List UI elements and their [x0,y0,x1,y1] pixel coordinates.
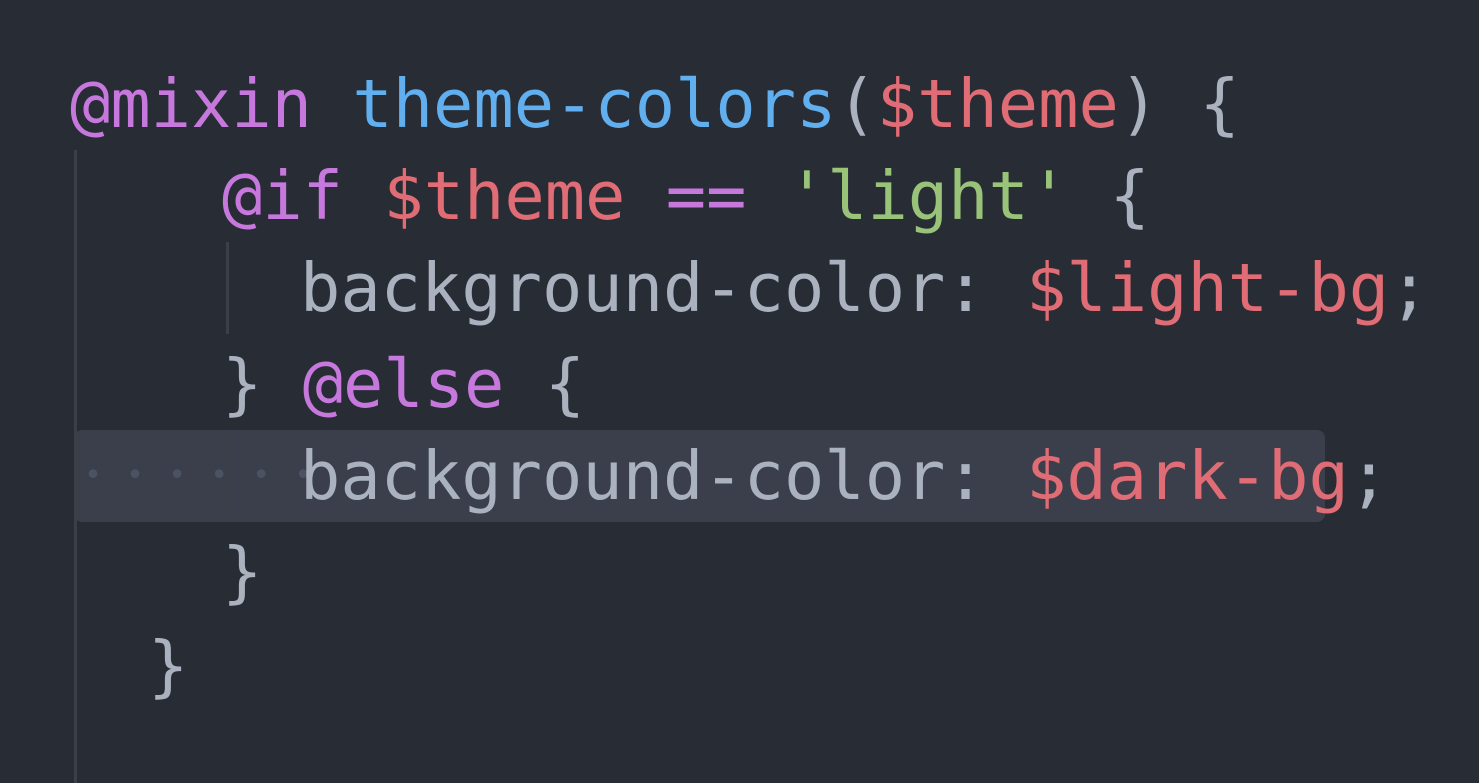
semicolon: ; [1348,437,1390,515]
close-brace: } [148,627,189,705]
code-line-4[interactable]: } @else { [222,338,585,430]
semicolon: ; [1389,249,1430,327]
else-keyword: @else [302,345,505,423]
close-paren-brace: ) { [1118,65,1240,143]
if-keyword: @if [222,157,344,235]
indent-guide-inner [226,242,229,334]
param-theme: $theme [876,65,1119,143]
open-brace: { [544,345,586,423]
indent-guide-outer [74,150,77,783]
dark-bg-variable: $dark-bg [1026,437,1349,515]
mixin-keyword: @mixin [70,65,313,143]
light-bg-variable: $light-bg [1026,249,1390,327]
open-paren: ( [836,65,877,143]
code-line-5[interactable]: background-color: $dark-bg; [300,430,1389,522]
code-line-7[interactable]: } [148,620,188,712]
code-line-2[interactable]: @if $theme == 'light' { [222,150,1150,242]
open-brace: { [1109,157,1150,235]
property-background-color: background-color: [300,249,986,327]
code-line-6[interactable]: } [222,526,262,618]
code-editor[interactable]: •••••• @mixin theme-colors($theme) { @if… [0,0,1479,783]
theme-variable: $theme [383,157,626,235]
whitespace-markers: •••••• [84,458,337,493]
code-line-1[interactable]: @mixin theme-colors($theme) { [70,58,1240,150]
property-background-color: background-color: [300,437,986,515]
light-string: 'light' [786,157,1070,235]
mixin-name: theme-colors [352,65,837,143]
close-brace: } [222,345,263,423]
close-brace: } [222,533,263,611]
code-line-3[interactable]: background-color: $light-bg; [300,242,1429,334]
equality-operator: == [665,157,747,235]
